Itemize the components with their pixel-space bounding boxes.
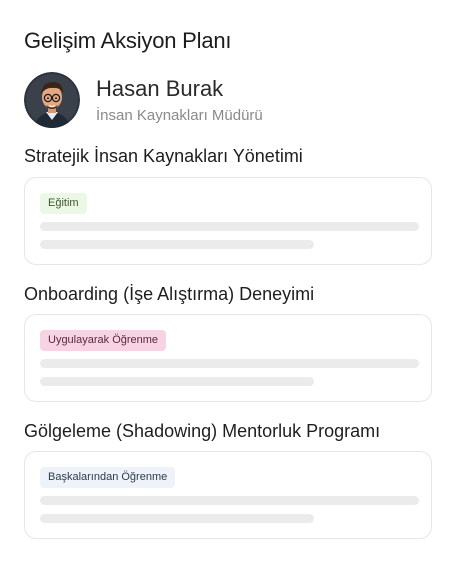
action-item-card[interactable]: Başkalarından Öğrenme — [24, 451, 432, 539]
action-item-card[interactable]: Eğitim — [24, 177, 432, 265]
avatar-icon — [24, 72, 80, 128]
placeholder-line — [40, 359, 419, 368]
placeholder-line — [40, 377, 314, 386]
category-badge: Başkalarından Öğrenme — [40, 467, 176, 488]
placeholder-line — [40, 496, 419, 505]
category-badge: Eğitim — [40, 193, 87, 214]
action-item-title: Gölgeleme (Shadowing) Mentorluk Programı — [24, 421, 381, 441]
development-action-plan-card: Gelişim Aksiyon Planı Hasan Burak İnsan … — [0, 0, 457, 563]
page-title: Gelişim Aksiyon Planı — [24, 28, 232, 53]
action-item-card[interactable]: Uygulayarak Öğrenme — [24, 314, 432, 402]
profile-role: İnsan Kaynakları Müdürü — [96, 107, 263, 124]
placeholder-line — [40, 514, 314, 523]
profile-name: Hasan Burak — [96, 76, 224, 101]
action-item-title: Onboarding (İşe Alıştırma) Deneyimi — [24, 284, 315, 304]
placeholder-line — [40, 240, 314, 249]
action-item-title: Stratejik İnsan Kaynakları Yönetimi — [24, 146, 303, 166]
category-badge: Uygulayarak Öğrenme — [40, 330, 167, 351]
placeholder-line — [40, 222, 419, 231]
avatar — [24, 72, 80, 128]
